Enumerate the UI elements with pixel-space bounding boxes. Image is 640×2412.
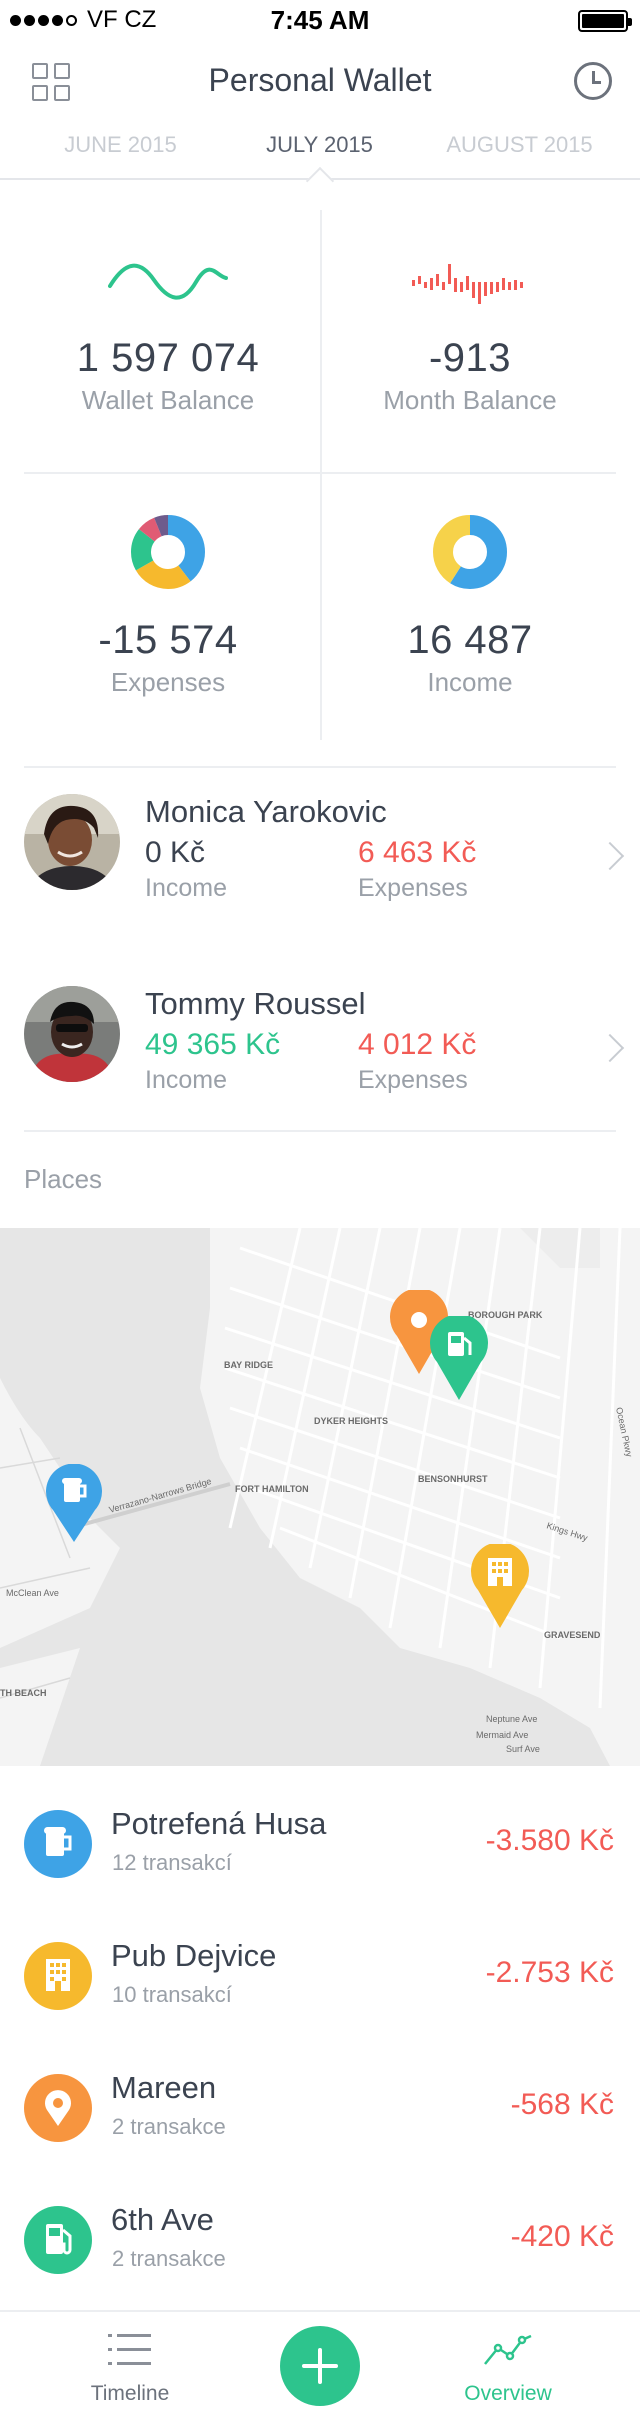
place-transaction-count: 12 transakcí: [112, 1850, 232, 1875]
income-card[interactable]: 16 487 Income: [320, 512, 620, 698]
stats-grid: 1 597 074 Wallet Balance -913 Month Bala…: [0, 210, 640, 740]
wallet-balance-card[interactable]: 1 597 074 Wallet Balance: [18, 258, 318, 416]
expenses-label: Expenses: [110, 667, 226, 697]
person-expenses-amount: 6 463 Kč: [358, 836, 477, 869]
beer-mug-icon: [24, 1810, 92, 1878]
person-income-label: Income: [145, 1066, 227, 1094]
places-section-title: Places: [24, 1164, 103, 1194]
wallet-balance-value: 1 597 074: [76, 336, 260, 380]
section-divider: [24, 1130, 616, 1132]
person-income-amount: 49 365 Kč: [145, 1028, 281, 1061]
place-row-6th-ave[interactable]: 6th Ave 2 transakce -420 Kč: [0, 2172, 640, 2304]
avatar: [24, 794, 120, 890]
map-label-beach: TH BEACH: [0, 1688, 47, 1698]
wallet-balance-label: Wallet Balance: [81, 385, 255, 415]
map-label-gravesend: GRAVESEND: [544, 1630, 601, 1640]
map-label-surf: Surf Ave: [506, 1744, 540, 1754]
person-expenses-label: Expenses: [358, 1066, 468, 1094]
add-transaction-button[interactable]: [280, 2326, 360, 2406]
person-expenses-label: Expenses: [358, 874, 468, 902]
wallet-trend-wave-icon: [108, 263, 228, 300]
expenses-donut-icon: [131, 515, 205, 589]
person-row-monica[interactable]: Monica Yarokovic 0 Kč 6 463 Kč Income Ex…: [0, 770, 640, 960]
fuel-pump-icon: [24, 2206, 92, 2274]
month-balance-label: Month Balance: [383, 385, 557, 415]
place-amount: -420 Kč: [510, 2220, 614, 2253]
active-tab-indicator: [305, 166, 335, 196]
place-amount: -3.580 Kč: [485, 1824, 614, 1857]
map-label-mermaid: Mermaid Ave: [476, 1730, 528, 1740]
month-tabs: JUNE 2015 JULY 2015 AUGUST 2015: [0, 122, 640, 196]
place-name: Mareen: [111, 2070, 217, 2105]
location-pin-icon: [24, 2074, 92, 2142]
avatar: [24, 986, 120, 1082]
expenses-card[interactable]: -15 574 Expenses: [18, 512, 318, 698]
chevron-right-icon: [595, 1033, 625, 1063]
fuel-map-pin-icon[interactable]: [428, 1316, 490, 1402]
person-row-tommy[interactable]: Tommy Roussel 49 365 Kč 4 012 Kč Income …: [0, 962, 640, 1152]
places-map[interactable]: Verrazano-Narrows Bridge BAY RIDGE DYKER…: [0, 1228, 640, 1766]
place-row-mareen[interactable]: Mareen 2 transakce -568 Kč: [0, 2040, 640, 2172]
place-transaction-count: 2 transakce: [112, 2246, 226, 2271]
map-label-bay-ridge: BAY RIDGE: [224, 1360, 273, 1370]
map-label-bensonhurst: BENSONHURST: [418, 1474, 488, 1484]
month-balance-value: -913: [428, 336, 512, 380]
chart-line-icon: [484, 2334, 532, 2365]
income-value: 16 487: [407, 618, 533, 662]
month-balance-bars-icon: [412, 264, 523, 304]
tab-august-2015[interactable]: AUGUST 2015: [413, 132, 626, 158]
map-label-neptune: Neptune Ave: [486, 1714, 537, 1724]
tab-timeline-label: Timeline: [90, 2382, 170, 2405]
map-label-mcclean: McClean Ave: [6, 1588, 59, 1598]
map-label-dyker: DYKER HEIGHTS: [314, 1416, 388, 1426]
building-icon: [24, 1942, 92, 2010]
place-name: Pub Dejvice: [111, 1938, 277, 1973]
place-transaction-count: 10 transakcí: [112, 1982, 232, 2007]
person-name: Monica Yarokovic: [145, 794, 387, 829]
person-expenses-amount: 4 012 Kč: [358, 1028, 477, 1061]
person-income-amount: 0 Kč: [145, 836, 206, 869]
place-row-potrefena-husa[interactable]: Potrefená Husa 12 transakcí -3.580 Kč: [0, 1776, 640, 1908]
place-name: Potrefená Husa: [111, 1806, 327, 1841]
history-clock-icon[interactable]: [574, 62, 612, 100]
bottom-tab-bar: Timeline Overview: [0, 2310, 640, 2412]
place-name: 6th Ave: [111, 2202, 214, 2237]
place-transaction-count: 2 transakce: [112, 2114, 226, 2139]
section-divider: [24, 766, 616, 768]
page-title: Personal Wallet: [208, 62, 432, 98]
map-label-fort-hamilton: FORT HAMILTON: [235, 1484, 309, 1494]
tab-july-2015[interactable]: JULY 2015: [213, 132, 426, 158]
stats-horizontal-divider: [24, 472, 616, 474]
person-name: Tommy Roussel: [145, 986, 366, 1021]
month-balance-card[interactable]: -913 Month Balance: [320, 258, 620, 416]
income-label: Income: [427, 667, 513, 697]
nav-bar: Personal Wallet: [0, 40, 640, 120]
tab-overview-label: Overview: [464, 2382, 552, 2405]
status-time: 7:45 AM: [270, 5, 370, 35]
income-donut-icon: [433, 515, 507, 589]
beer-map-pin-icon[interactable]: [43, 1464, 105, 1544]
building-map-pin-icon[interactable]: [469, 1544, 531, 1630]
chevron-right-icon: [595, 841, 625, 871]
expenses-value: -15 574: [98, 618, 238, 662]
battery-icon: [578, 10, 632, 32]
person-income-label: Income: [145, 874, 227, 902]
list-icon: [108, 2334, 151, 2365]
place-amount: -568 Kč: [510, 2088, 614, 2121]
place-row-pub-dejvice[interactable]: Pub Dejvice 10 transakcí -2.753 Kč: [0, 1908, 640, 2040]
tab-june-2015[interactable]: JUNE 2015: [14, 132, 227, 158]
place-amount: -2.753 Kč: [485, 1956, 614, 1989]
status-bar: VF CZ 7:45 AM: [0, 0, 640, 40]
